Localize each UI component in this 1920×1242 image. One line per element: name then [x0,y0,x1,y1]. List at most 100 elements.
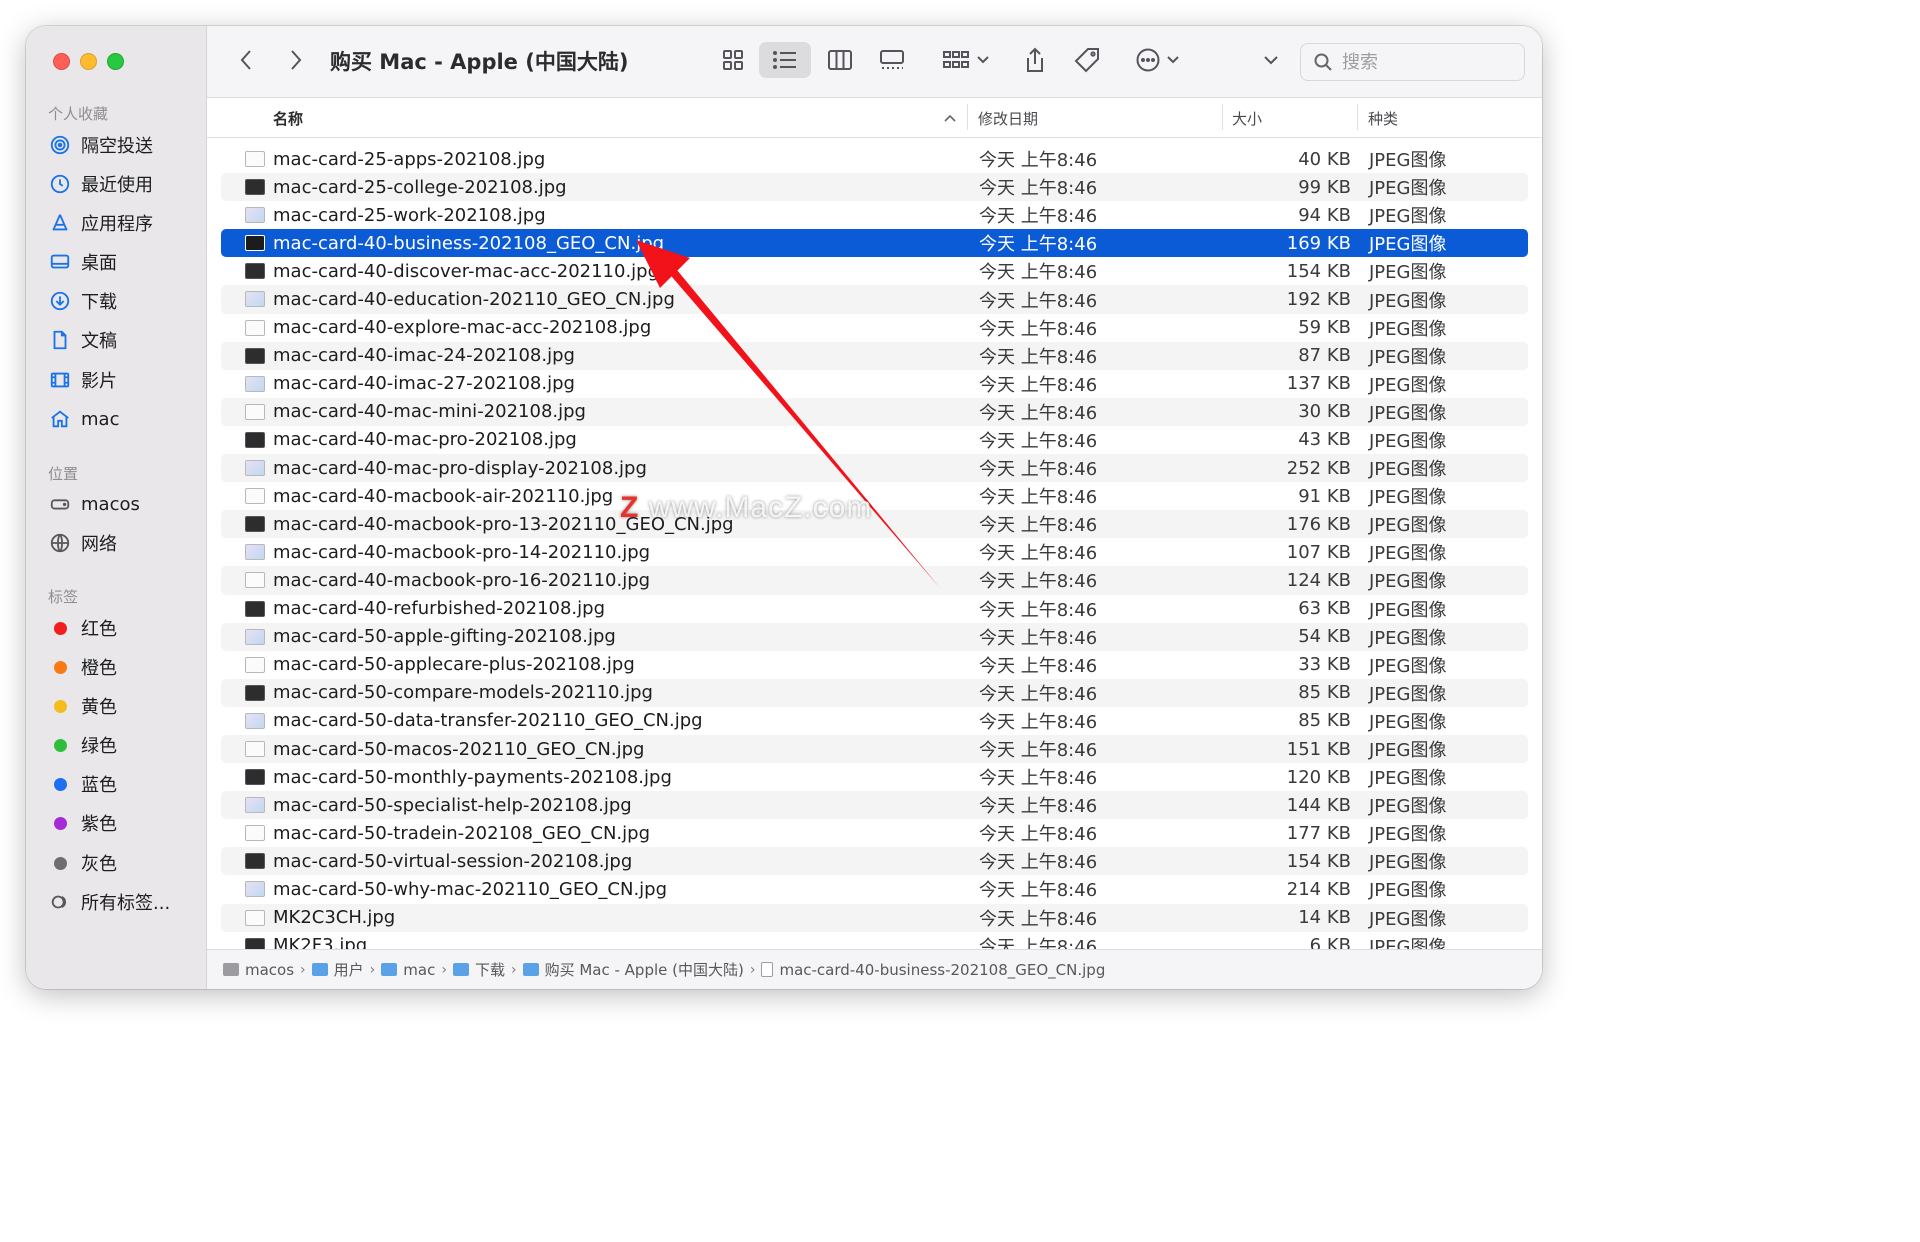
file-name: mac-card-40-discover-mac-acc-202110.jpg [273,260,660,282]
tag-dot-icon [48,733,72,757]
group-by-button[interactable] [935,42,995,78]
jpeg-file-icon [245,825,265,842]
zoom-window-button[interactable] [107,53,124,70]
search-icon [1314,53,1332,71]
table-row[interactable]: mac-card-50-applecare-plus-202108.jpg 今天 … [221,651,1528,679]
sidebar-item-documents[interactable]: 文稿 [48,326,117,354]
sidebar-item-downloads[interactable]: 下载 [48,287,117,315]
table-row[interactable]: mac-card-40-mac-pro-202108.jpg 今天 上午8:46 4… [221,426,1528,454]
share-button[interactable] [1017,42,1053,78]
table-row[interactable]: mac-card-40-macbook-pro-13-202110_GEO_CN… [221,510,1528,539]
file-size: 137 KB [1286,373,1351,395]
sidebar-item-recents[interactable]: 最近使用 [48,170,153,198]
sidebar-item-network[interactable]: 网络 [48,529,117,557]
table-row[interactable]: mac-card-50-virtual-session-202108.jpg 今天… [221,847,1528,876]
icon-view-button[interactable] [712,42,754,78]
table-row[interactable]: mac-card-40-imac-24-202108.jpg 今天 上午8:46 8… [221,341,1528,370]
minimize-window-button[interactable] [80,53,97,70]
table-row[interactable]: mac-card-40-mac-mini-202108.jpg 今天 上午8:46… [221,397,1528,426]
file-size: 124 KB [1286,569,1351,591]
table-row[interactable]: mac-card-40-discover-mac-acc-202110.jpg 今… [221,257,1528,285]
file-date: 今天 上午8:46 [979,318,1098,340]
table-row[interactable]: mac-card-25-apps-202108.jpg 今天 上午8:46 40 K… [221,145,1528,173]
jpeg-file-icon [245,853,265,870]
file-date: 今天 上午8:46 [979,768,1098,790]
close-window-button[interactable] [53,53,70,70]
table-row[interactable]: mac-card-50-compare-models-202110.jpg 今天 … [221,678,1528,707]
sidebar-item-label: 下载 [81,292,117,313]
table-row[interactable]: mac-card-50-data-transfer-202110_GEO_CN.… [221,707,1528,735]
table-row[interactable]: mac-card-50-monthly-payments-202108.jpg 今… [221,763,1528,791]
table-row[interactable]: mac-card-40-explore-mac-acc-202108.jpg 今天… [221,314,1528,342]
table-row[interactable]: mac-card-40-business-202108_GEO_CN.jpg 今天… [221,229,1528,258]
file-size: 6 KB [1309,935,1351,950]
sidebar-tag-orange[interactable]: 橙色 [48,653,117,681]
breadcrumb-item[interactable]: 下载 [452,959,505,980]
toolbar-overflow-button[interactable] [1259,42,1283,78]
tag-button[interactable] [1069,42,1105,78]
table-row[interactable]: mac-card-50-specialist-help-202108.jpg 今天… [221,791,1528,820]
back-button[interactable] [233,42,259,78]
jpeg-file-icon [245,488,265,505]
sidebar-tag-yellow[interactable]: 黄色 [48,692,117,720]
path-bar: macos › 用户 › mac › 下载 › 购买 Mac - Apple (中国大陆) › ma… [207,949,1542,989]
jpeg-file-icon [245,769,265,786]
sidebar-item-movies[interactable]: 影片 [48,366,117,394]
all-tags-icon [48,890,72,914]
table-row[interactable]: mac-card-50-apple-gifting-202108.jpg 今天 上… [221,622,1528,651]
table-row[interactable]: mac-card-25-work-202108.jpg 今天 上午8:46 94 K… [221,201,1528,229]
file-kind: JPEG图像 [1369,150,1447,172]
file-kind: JPEG图像 [1369,487,1447,509]
file-date: 今天 上午8:46 [979,683,1098,705]
sidebar-all-tags[interactable]: 所有标签... [48,888,170,916]
breadcrumb-item[interactable]: mac [381,961,435,979]
forward-button[interactable] [283,42,309,78]
search-field[interactable] [1300,43,1525,81]
table-row[interactable]: MK2C3CH.jpg 今天 上午8:46 14 KB JPEG图像 [221,903,1528,932]
table-row[interactable]: mac-card-40-macbook-pro-14-202110.jpg 今天 … [221,538,1528,566]
table-row[interactable]: mac-card-40-macbook-air-202110.jpg 今天 上午8… [221,482,1528,510]
breadcrumb-item[interactable]: mac-card-40-business-202108_GEO_CN.jpg [761,961,1105,979]
sidebar-tag-gray[interactable]: 灰色 [48,849,117,877]
file-kind: JPEG图像 [1369,936,1447,950]
list-view-button[interactable] [759,42,811,78]
breadcrumb-item[interactable]: macos [223,961,294,979]
column-date-header[interactable]: 修改日期 [978,108,1038,129]
breadcrumb-item[interactable]: 用户 [311,959,364,980]
table-row[interactable]: mac-card-40-education-202110_GEO_CN.jpg 今… [221,285,1528,314]
table-row[interactable]: mac-card-25-college-202108.jpg 今天 上午8:46 9… [221,173,1528,202]
table-row[interactable]: mac-card-40-imac-27-202108.jpg 今天 上午8:46 1… [221,370,1528,398]
sidebar-item-applications[interactable]: 应用程序 [48,209,153,237]
table-row[interactable]: mac-card-50-why-mac-202110_GEO_CN.jpg 今天 … [221,875,1528,903]
sidebar-item-label: 蓝色 [81,775,117,796]
file-size: 176 KB [1286,513,1351,535]
sidebar-tag-green[interactable]: 绿色 [48,731,117,759]
breadcrumb-item[interactable]: 购买 Mac - Apple (中国大陆) [522,959,744,980]
file-kind: JPEG图像 [1369,599,1447,621]
table-row[interactable]: mac-card-40-refurbished-202108.jpg 今天 上午8… [221,595,1528,623]
more-actions-button[interactable] [1127,42,1187,78]
sidebar-item-label: macos [81,493,140,515]
sidebar-item-airdrop[interactable]: 隔空投送 [48,131,153,159]
file-list: mac-card-25-apps-202108.jpg 今天 上午8:46 40 K… [221,145,1528,950]
file-kind: JPEG图像 [1369,206,1447,228]
sidebar-item-macos[interactable]: macos [48,490,140,518]
table-row[interactable]: mac-card-50-tradein-202108_GEO_CN.jpg 今天 … [221,819,1528,847]
sidebar-tag-purple[interactable]: 紫色 [48,809,117,837]
sidebar-item-home[interactable]: mac [48,405,119,433]
column-view-button[interactable] [819,42,861,78]
sidebar-item-desktop[interactable]: 桌面 [48,248,117,276]
column-name-header[interactable]: 名称 [273,108,303,129]
table-row[interactable]: mac-card-40-macbook-pro-16-202110.jpg 今天 … [221,566,1528,595]
sidebar-tag-red[interactable]: 红色 [48,614,117,642]
table-row[interactable]: mac-card-50-macos-202110_GEO_CN.jpg 今天 上午… [221,734,1528,764]
file-size: 192 KB [1286,289,1351,311]
column-kind-header[interactable]: 种类 [1368,108,1398,129]
gallery-view-button[interactable] [871,42,913,78]
column-size-header[interactable]: 大小 [1232,108,1262,129]
search-input[interactable] [1342,51,1502,73]
sidebar-item-label: 红色 [81,619,117,640]
sidebar-tag-blue[interactable]: 蓝色 [48,770,117,798]
table-row[interactable]: MK2F3.jpg 今天 上午8:46 6 KB JPEG图像 [221,932,1528,950]
table-row[interactable]: mac-card-40-mac-pro-display-202108.jpg 今天… [221,454,1528,483]
